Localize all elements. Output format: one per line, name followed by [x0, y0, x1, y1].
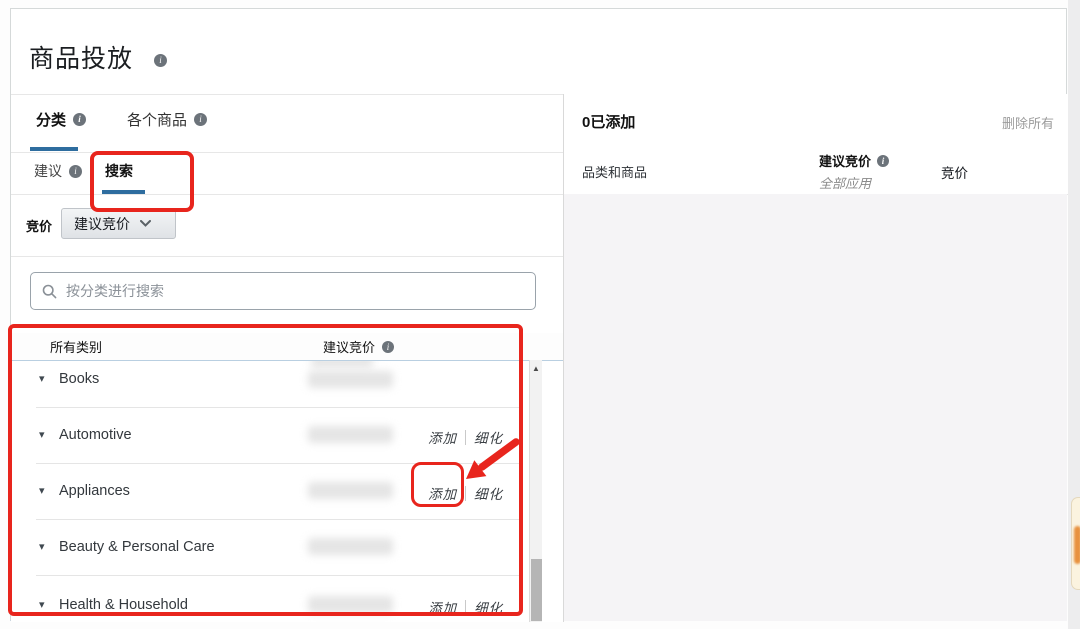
category-name: Appliances: [59, 483, 130, 499]
category-name: Beauty & Personal Care: [59, 539, 215, 555]
category-row[interactable]: ▾ Automotive 添加 细化: [11, 408, 529, 463]
category-row[interactable]: ▾ Appliances 添加 细化: [11, 464, 529, 519]
subtab-suggested-label: 建议: [34, 161, 62, 181]
suggested-bid-header: 建议竞价 i: [323, 337, 394, 356]
delete-all-link[interactable]: 删除所有: [1002, 113, 1054, 132]
row-actions: 添加 细化: [428, 597, 503, 617]
chevron-down-icon[interactable]: ▾: [39, 542, 45, 553]
col-bid: 竞价: [941, 162, 968, 182]
bid-type-dropdown-value: 建议竞价: [74, 214, 130, 234]
chevron-down-icon: [140, 220, 151, 227]
chevron-down-icon[interactable]: ▾: [39, 486, 45, 497]
scrollbar-up-arrow[interactable]: ▲: [530, 364, 542, 373]
apply-all-link[interactable]: 全部应用: [819, 173, 889, 192]
floating-widget-partial[interactable]: [1071, 497, 1080, 590]
subtab-suggested[interactable]: 建议 i: [34, 161, 82, 181]
subtab-suggested-info-icon[interactable]: i: [69, 165, 82, 178]
tab-categories-label: 分类: [36, 109, 66, 130]
blurred-bid-value: [308, 596, 393, 613]
action-separator: [465, 430, 466, 445]
chevron-down-icon[interactable]: ▾: [39, 374, 45, 385]
category-row[interactable]: ▾ Health & Household 添加 细化: [11, 576, 529, 622]
page-title: 商品投放: [29, 39, 133, 75]
product-targeting-card: 商品投放 i 分类 i 各个商品 i 建议 i 搜索: [10, 8, 1067, 621]
search-icon: [42, 284, 57, 299]
scrollbar[interactable]: ▲: [529, 360, 542, 622]
tab-individual-products-label: 各个商品: [127, 109, 187, 130]
scrollbar-thumb[interactable]: [531, 559, 542, 621]
blurred-bid-value: [308, 538, 393, 555]
sub-tabs: 建议 i 搜索: [11, 152, 563, 194]
widget-image: [1074, 526, 1080, 564]
refine-link[interactable]: 细化: [474, 427, 503, 447]
refine-link[interactable]: 细化: [474, 597, 503, 617]
suggested-bid-info-icon[interactable]: i: [382, 341, 394, 353]
chevron-down-icon[interactable]: ▾: [39, 430, 45, 441]
suggested-bid-header-label: 建议竞价: [323, 337, 375, 356]
action-separator: [465, 600, 466, 615]
added-count: 0已添加: [582, 111, 635, 132]
action-separator: [465, 486, 466, 501]
category-search-input[interactable]: [66, 283, 524, 299]
add-link[interactable]: 添加: [428, 597, 457, 617]
add-link[interactable]: 添加: [428, 483, 457, 503]
bid-type-dropdown[interactable]: 建议竞价: [61, 208, 176, 239]
col-suggested-bid: 建议竞价 i 全部应用: [819, 151, 889, 192]
subtab-search[interactable]: 搜索: [105, 161, 133, 181]
tab-individual-products[interactable]: 各个商品 i: [127, 109, 207, 130]
category-name: Books: [59, 371, 99, 387]
bid-label: 竞价: [26, 216, 52, 235]
blurred-bid-value: [308, 426, 393, 443]
tab-categories-info-icon[interactable]: i: [73, 113, 86, 126]
active-tab-underline: [30, 147, 78, 151]
category-row[interactable]: ▾ Books: [11, 361, 529, 407]
refine-link[interactable]: 细化: [474, 483, 503, 503]
blurred-bid-value: [308, 482, 393, 499]
product-targeting-page: 商品投放 i 分类 i 各个商品 i 建议 i 搜索: [0, 0, 1080, 629]
search-row: [11, 256, 563, 333]
bid-row: 竞价 建议竞价: [11, 194, 563, 256]
tab-individual-products-info-icon[interactable]: i: [194, 113, 207, 126]
col-suggested-bid-label: 建议竞价: [819, 151, 871, 170]
category-name: Health & Household: [59, 597, 188, 613]
blurred-bid-value: [308, 371, 393, 388]
title-info-icon[interactable]: i: [154, 54, 167, 67]
category-table-header: 所有类别 建议竞价 i: [11, 333, 563, 360]
all-categories-header: 所有类别: [50, 337, 102, 356]
added-items-header: 0已添加 删除所有: [564, 94, 1068, 143]
col-category-products: 品类和商品: [582, 162, 647, 181]
add-link[interactable]: 添加: [428, 427, 457, 447]
row-actions: 添加 细化: [428, 427, 503, 447]
category-name: Automotive: [59, 427, 132, 443]
category-row[interactable]: ▾ Beauty & Personal Care: [11, 520, 529, 575]
main-tabs: 分类 i 各个商品 i: [11, 94, 563, 152]
chevron-down-icon[interactable]: ▾: [39, 600, 45, 611]
search-box[interactable]: [30, 272, 536, 310]
added-items-column-header: 品类和商品 建议竞价 i 全部应用 竞价: [564, 143, 1068, 194]
col-suggested-bid-info-icon[interactable]: i: [877, 155, 889, 167]
tab-categories[interactable]: 分类 i: [36, 109, 86, 130]
category-list: ▾ Books ▾ Automotive 添加 细化 ▾ Appliances: [11, 360, 563, 622]
row-actions: 添加 细化: [428, 483, 503, 503]
added-items-empty-area: [564, 194, 1067, 621]
subtab-search-label: 搜索: [105, 161, 133, 181]
